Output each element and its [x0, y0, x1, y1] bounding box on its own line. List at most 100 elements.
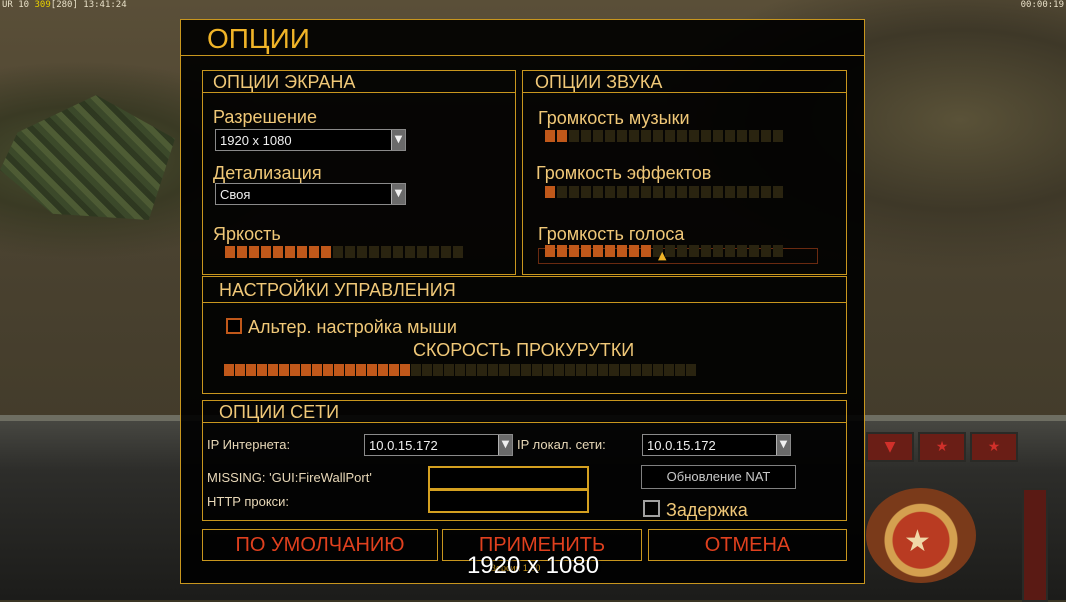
slider-segment[interactable]	[617, 186, 627, 198]
slider-segment[interactable]	[620, 364, 630, 376]
slider-segment[interactable]	[605, 186, 615, 198]
alt-mouse-checkbox[interactable]	[226, 318, 242, 334]
slider-segment[interactable]	[224, 364, 234, 376]
slider-segment[interactable]	[345, 364, 355, 376]
slider-segment[interactable]	[417, 246, 427, 258]
slider-segment[interactable]	[246, 364, 256, 376]
slider-segment[interactable]	[557, 130, 567, 142]
slider-segment[interactable]	[268, 364, 278, 376]
slider-segment[interactable]	[631, 364, 641, 376]
slider-segment[interactable]	[405, 246, 415, 258]
slider-segment[interactable]	[587, 364, 597, 376]
slider-segment[interactable]	[273, 246, 283, 258]
slider-segment[interactable]	[357, 246, 367, 258]
slider-segment[interactable]	[617, 130, 627, 142]
slider-segment[interactable]	[677, 186, 687, 198]
chevron-down-icon[interactable]: ▼	[498, 435, 512, 455]
nat-refresh-button[interactable]: Обновление NAT	[641, 465, 796, 489]
slider-segment[interactable]	[677, 130, 687, 142]
slider-segment[interactable]	[323, 364, 333, 376]
slider-segment[interactable]	[629, 245, 639, 257]
slider-segment[interactable]	[653, 186, 663, 198]
slider-segment[interactable]	[510, 364, 520, 376]
slider-segment[interactable]	[488, 364, 498, 376]
slider-segment[interactable]	[433, 364, 443, 376]
firewall-port-input[interactable]	[428, 466, 589, 490]
slider-segment[interactable]	[581, 245, 591, 257]
slider-segment[interactable]	[400, 364, 410, 376]
chevron-down-icon[interactable]: ▼	[866, 432, 914, 462]
effects-volume-slider[interactable]	[545, 186, 783, 198]
slider-segment[interactable]	[389, 364, 399, 376]
slider-segment[interactable]	[367, 364, 377, 376]
slider-segment[interactable]	[761, 186, 771, 198]
slider-segment[interactable]	[333, 246, 343, 258]
slider-segment[interactable]	[345, 246, 355, 258]
slider-segment[interactable]	[235, 364, 245, 376]
slider-segment[interactable]	[653, 130, 663, 142]
chevron-down-icon[interactable]: ▼	[391, 130, 405, 150]
slider-segment[interactable]	[565, 364, 575, 376]
slider-segment[interactable]	[689, 130, 699, 142]
slider-segment[interactable]	[444, 364, 454, 376]
slider-segment[interactable]	[393, 246, 403, 258]
slider-segment[interactable]	[569, 186, 579, 198]
slider-segment[interactable]	[609, 364, 619, 376]
slider-segment[interactable]	[686, 364, 696, 376]
slider-segment[interactable]	[557, 186, 567, 198]
slider-segment[interactable]	[499, 364, 509, 376]
slider-segment[interactable]	[249, 246, 259, 258]
slider-segment[interactable]	[641, 245, 651, 257]
slider-segment[interactable]	[279, 364, 289, 376]
slider-segment[interactable]	[725, 130, 735, 142]
slider-segment[interactable]	[554, 364, 564, 376]
slider-segment[interactable]	[737, 245, 747, 257]
slider-segment[interactable]	[301, 364, 311, 376]
slider-segment[interactable]	[521, 364, 531, 376]
internet-ip-select[interactable]: 10.0.15.172 ▼	[364, 434, 513, 456]
slider-segment[interactable]	[581, 186, 591, 198]
slider-segment[interactable]	[477, 364, 487, 376]
slider-segment[interactable]	[257, 364, 267, 376]
slider-segment[interactable]	[689, 186, 699, 198]
slider-segment[interactable]	[749, 245, 759, 257]
slider-segment[interactable]	[321, 246, 331, 258]
slider-segment[interactable]	[297, 246, 307, 258]
caret-up-icon[interactable]: ▲	[658, 249, 666, 262]
slider-segment[interactable]	[532, 364, 542, 376]
slider-segment[interactable]	[653, 364, 663, 376]
slider-segment[interactable]	[761, 245, 771, 257]
detail-select[interactable]: Своя ▼	[215, 183, 406, 205]
slider-segment[interactable]	[605, 245, 615, 257]
slider-segment[interactable]	[378, 364, 388, 376]
star-icon[interactable]: ★	[918, 432, 966, 462]
brightness-slider[interactable]	[225, 246, 463, 258]
slider-segment[interactable]	[713, 130, 723, 142]
slider-segment[interactable]	[261, 246, 271, 258]
star-icon[interactable]: ★	[970, 432, 1018, 462]
slider-segment[interactable]	[285, 246, 295, 258]
slider-segment[interactable]	[725, 186, 735, 198]
slider-segment[interactable]	[629, 130, 639, 142]
slider-segment[interactable]	[749, 130, 759, 142]
resolution-select[interactable]: 1920 x 1080 ▼	[215, 129, 406, 151]
slider-segment[interactable]	[545, 245, 555, 257]
slider-segment[interactable]	[677, 245, 687, 257]
slider-segment[interactable]	[598, 364, 608, 376]
slider-segment[interactable]	[576, 364, 586, 376]
slider-segment[interactable]	[290, 364, 300, 376]
slider-segment[interactable]	[312, 364, 322, 376]
slider-segment[interactable]	[453, 246, 463, 258]
slider-segment[interactable]	[713, 186, 723, 198]
slider-segment[interactable]	[689, 245, 699, 257]
slider-segment[interactable]	[617, 245, 627, 257]
slider-segment[interactable]	[369, 246, 379, 258]
slider-segment[interactable]	[664, 364, 674, 376]
slider-segment[interactable]	[642, 364, 652, 376]
slider-segment[interactable]	[455, 364, 465, 376]
slider-segment[interactable]	[773, 245, 783, 257]
slider-segment[interactable]	[545, 186, 555, 198]
slider-segment[interactable]	[545, 130, 555, 142]
slider-segment[interactable]	[441, 246, 451, 258]
chevron-down-icon[interactable]: ▼	[776, 435, 790, 455]
